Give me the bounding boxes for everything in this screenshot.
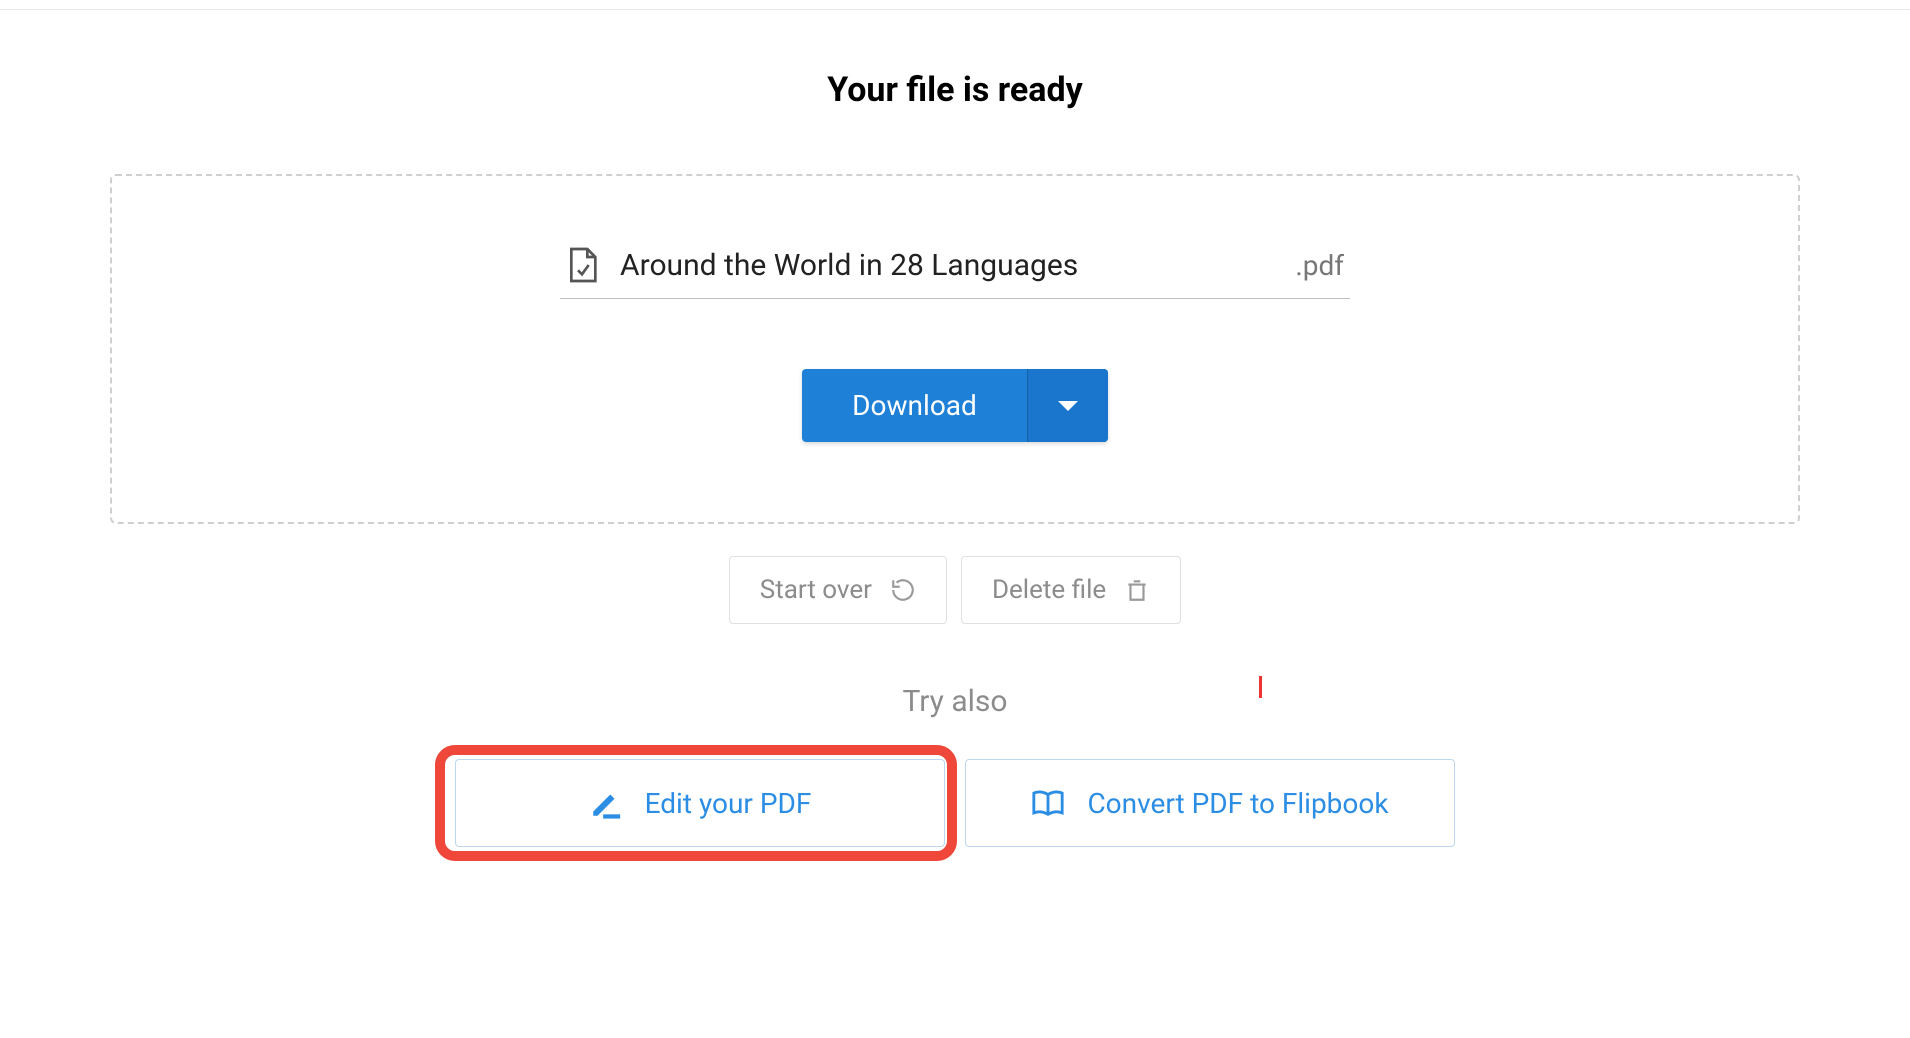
pencil-edit-icon (589, 786, 623, 820)
delete-file-label: Delete file (992, 575, 1106, 605)
start-over-button[interactable]: Start over (729, 556, 947, 624)
download-options-button[interactable] (1028, 369, 1108, 442)
edit-pdf-label: Edit your PDF (645, 787, 812, 820)
top-divider (0, 0, 1910, 10)
caret-down-icon (1058, 401, 1078, 411)
secondary-actions: Start over Delete file (110, 556, 1800, 624)
page-title: Your file is ready (110, 70, 1800, 110)
convert-flipbook-label: Convert PDF to Flipbook (1087, 787, 1388, 820)
cta-row: Edit your PDF Convert PDF to Flipbook (110, 759, 1800, 847)
start-over-label: Start over (760, 575, 872, 605)
download-button[interactable]: Download (802, 369, 1028, 442)
text-cursor-indicator (1259, 676, 1262, 698)
file-ready-panel: Around the World in 28 Languages .pdf Do… (110, 174, 1800, 524)
convert-flipbook-button[interactable]: Convert PDF to Flipbook (965, 759, 1455, 847)
refresh-icon (890, 577, 916, 603)
download-split-button: Download (802, 369, 1108, 442)
try-also-label: Try also (110, 684, 1800, 719)
file-name-row: Around the World in 28 Languages .pdf (560, 246, 1350, 299)
edit-pdf-button[interactable]: Edit your PDF (455, 759, 945, 847)
file-check-icon (566, 246, 598, 284)
delete-file-button[interactable]: Delete file (961, 556, 1181, 624)
page-container: Your file is ready Around the World in 2… (0, 10, 1910, 847)
book-open-icon (1031, 786, 1065, 820)
trash-icon (1124, 577, 1150, 603)
edit-pdf-highlight: Edit your PDF (455, 759, 945, 847)
file-name-input[interactable]: Around the World in 28 Languages (620, 248, 1273, 283)
file-extension-label: .pdf (1295, 249, 1344, 282)
